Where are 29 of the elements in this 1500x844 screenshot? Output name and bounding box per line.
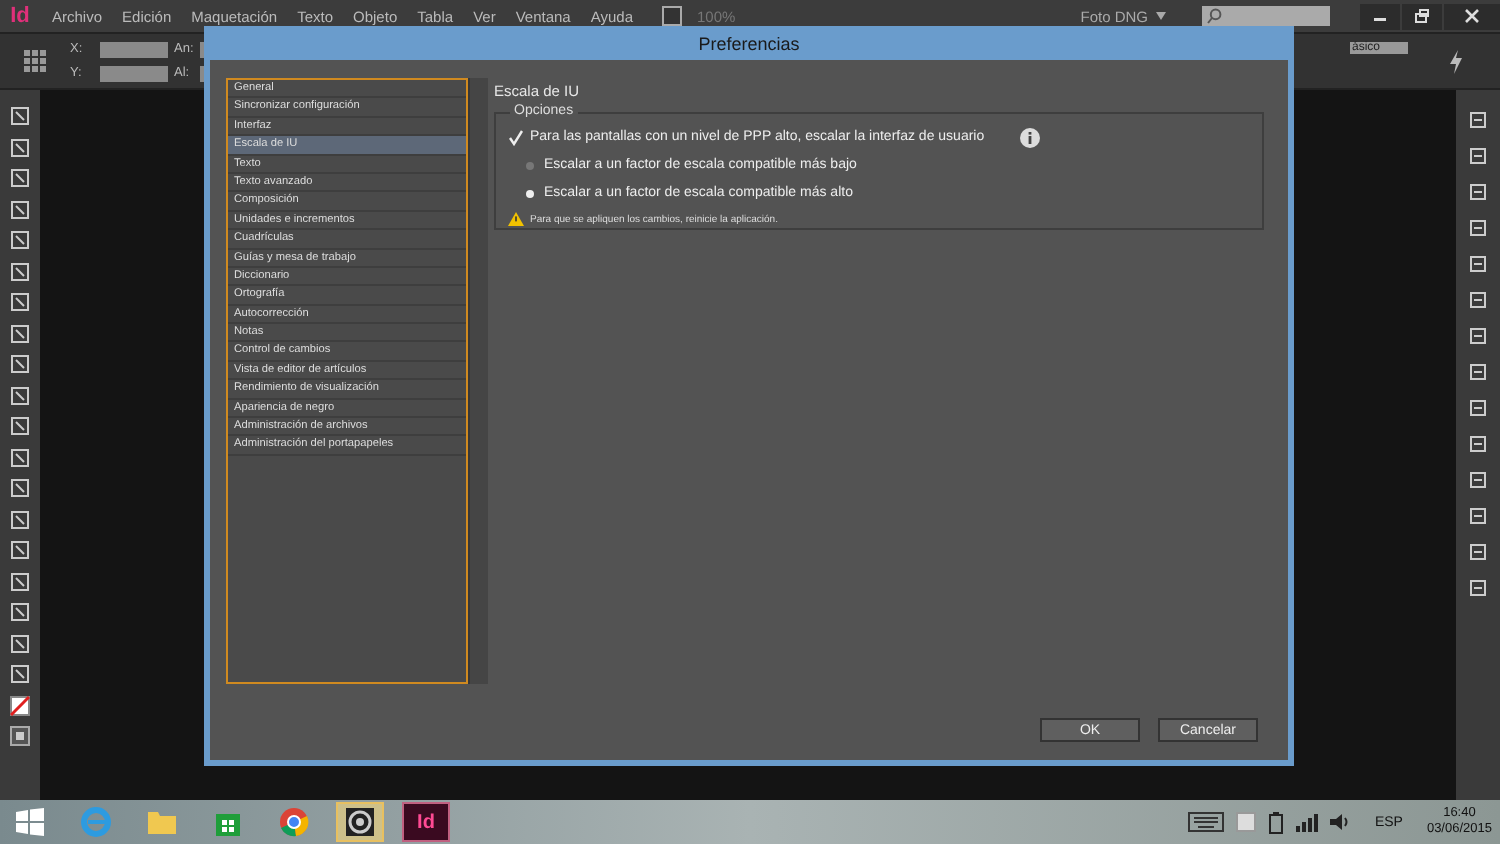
close-button[interactable] — [1444, 3, 1500, 29]
radio-button[interactable] — [526, 161, 534, 169]
folder-icon — [146, 808, 178, 836]
fill-stroke-icon[interactable] — [10, 695, 30, 715]
search-field[interactable] — [1202, 6, 1330, 26]
circle-logo-icon — [278, 806, 310, 838]
scrollbar[interactable] — [468, 78, 488, 684]
restore-icon — [1414, 8, 1430, 24]
battery-icon[interactable] — [1268, 811, 1285, 833]
input-field[interactable] — [100, 65, 168, 81]
checkbox[interactable] — [508, 129, 524, 145]
start-icon[interactable] — [16, 808, 44, 836]
close-icon — [1464, 8, 1480, 24]
dialog-title: Preferencias — [204, 26, 1294, 60]
media-app-button[interactable] — [336, 802, 384, 842]
info-icon[interactable] — [1020, 127, 1040, 147]
reference-point-icon[interactable] — [24, 49, 48, 73]
indesign-button[interactable]: Id — [402, 802, 450, 842]
input-field[interactable] — [100, 41, 168, 57]
radio-button[interactable] — [526, 189, 534, 197]
lightning-icon[interactable] — [1448, 49, 1464, 73]
caret-icon[interactable] — [1156, 12, 1166, 20]
restore-button[interactable] — [1402, 3, 1442, 29]
minimize-button[interactable] — [1360, 3, 1400, 29]
letter-e-icon — [80, 806, 112, 838]
signal-icon[interactable] — [1296, 812, 1319, 832]
keyboard-icon[interactable] — [1188, 812, 1225, 832]
preview-icon[interactable] — [10, 726, 30, 746]
search-icon — [1206, 8, 1222, 24]
